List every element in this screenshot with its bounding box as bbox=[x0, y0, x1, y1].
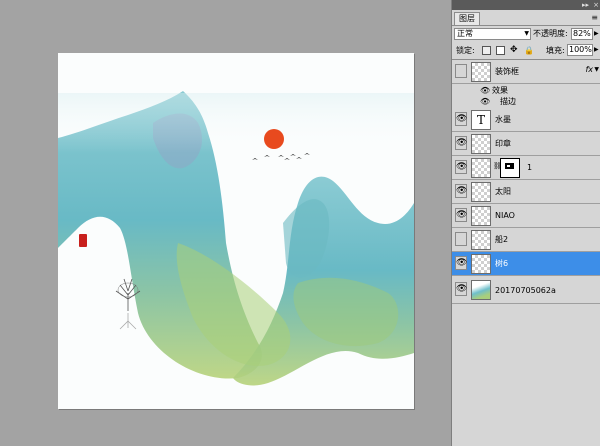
visibility-toggle[interactable] bbox=[455, 232, 467, 246]
layer-name: NIAO bbox=[495, 211, 515, 220]
chevron-right-icon[interactable]: ▼ bbox=[594, 66, 599, 73]
lock-move-icon[interactable]: ✥ bbox=[510, 46, 519, 55]
tab-layers[interactable]: 图层 bbox=[454, 12, 480, 25]
close-icon[interactable]: × bbox=[593, 0, 599, 10]
layer-row[interactable]: 船2 bbox=[452, 228, 600, 252]
eye-icon[interactable]: 👁 bbox=[480, 96, 490, 108]
eye-icon[interactable]: 👁 bbox=[455, 208, 467, 222]
layer-name: 1 bbox=[527, 163, 533, 172]
landscape-artwork bbox=[58, 91, 414, 386]
eye-icon[interactable]: 👁 bbox=[455, 184, 467, 198]
sun bbox=[264, 129, 284, 149]
document-canvas[interactable] bbox=[58, 53, 414, 409]
layer-list: 装饰框 fx ▼ 👁 效果 👁 描边 👁 T 水墨 👁 印章 👁 ⛓ 1 👁 太… bbox=[452, 59, 600, 446]
eye-icon[interactable]: 👁 bbox=[455, 136, 467, 150]
eye-icon[interactable]: 👁 bbox=[455, 112, 467, 126]
image-layer-thumbnail bbox=[471, 280, 491, 300]
panel-title-bar: ▸▸ × bbox=[452, 0, 600, 10]
layer-thumbnail bbox=[471, 254, 491, 274]
layer-thumbnail bbox=[471, 134, 491, 154]
layer-row[interactable]: 👁 ⛓ 1 bbox=[452, 156, 600, 180]
effect-stroke-row[interactable]: 👁 描边 bbox=[452, 96, 600, 108]
eye-icon[interactable]: 👁 bbox=[455, 282, 467, 296]
layer-row[interactable]: 👁 NIAO bbox=[452, 204, 600, 228]
opacity-label: 不透明度: bbox=[533, 29, 568, 38]
layer-thumbnail bbox=[471, 182, 491, 202]
eye-icon[interactable]: 👁 bbox=[455, 160, 467, 174]
layer-row-selected[interactable]: 👁 树6 bbox=[452, 252, 600, 276]
layer-name: 船2 bbox=[495, 235, 509, 244]
visibility-toggle[interactable] bbox=[455, 64, 467, 78]
fill-input[interactable]: 100% bbox=[567, 44, 593, 56]
opacity-input[interactable]: 82% bbox=[571, 28, 593, 40]
layer-mask-thumbnail[interactable] bbox=[500, 158, 520, 178]
layer-thumbnail bbox=[471, 158, 491, 178]
layer-name: 太阳 bbox=[495, 187, 511, 196]
layer-row[interactable]: 👁 印章 bbox=[452, 132, 600, 156]
birds bbox=[252, 153, 310, 160]
layer-row[interactable]: 👁 20170705062a bbox=[452, 276, 600, 304]
chevron-down-icon: ▼ bbox=[524, 30, 529, 37]
lock-paint-icon[interactable] bbox=[496, 46, 505, 55]
text-layer-thumbnail: T bbox=[471, 110, 491, 130]
fill-label: 填充: bbox=[546, 46, 565, 55]
layer-row[interactable]: 👁 T 水墨 bbox=[452, 108, 600, 132]
fill-slider-icon[interactable]: ▶ bbox=[594, 46, 599, 53]
blend-mode-select[interactable]: 正常 ▼ bbox=[454, 28, 531, 40]
layer-row[interactable]: 装饰框 fx ▼ bbox=[452, 60, 600, 84]
fx-icon[interactable]: fx bbox=[585, 65, 593, 74]
lock-all-icon[interactable]: 🔒 bbox=[524, 46, 534, 55]
blend-mode-value: 正常 bbox=[457, 29, 473, 38]
layer-name: 20170705062a bbox=[495, 286, 556, 295]
layer-thumbnail bbox=[471, 206, 491, 226]
lock-label: 锁定: bbox=[456, 46, 475, 55]
eye-icon[interactable]: 👁 bbox=[455, 256, 467, 270]
lock-transparency-icon[interactable] bbox=[482, 46, 491, 55]
opacity-slider-icon[interactable]: ▶ bbox=[594, 30, 599, 37]
layer-name: 印章 bbox=[495, 139, 511, 148]
layer-name: 树6 bbox=[495, 259, 509, 268]
effect-stroke-label: 描边 bbox=[500, 97, 516, 106]
tab-divider bbox=[452, 25, 600, 26]
seal-stamp bbox=[79, 234, 87, 247]
canvas-area[interactable] bbox=[0, 0, 451, 446]
layer-name: 装饰框 bbox=[495, 67, 519, 76]
collapse-icon[interactable]: ▸▸ bbox=[582, 0, 589, 10]
layer-row[interactable]: 👁 太阳 bbox=[452, 180, 600, 204]
layers-panel: ▸▸ × 图层 ≡ 正常 ▼ 不透明度: 82% ▶ 锁定: ✥ 🔒 填充: 1… bbox=[451, 0, 600, 446]
layer-name: 水墨 bbox=[495, 115, 511, 124]
panel-menu-icon[interactable]: ≡ bbox=[591, 13, 598, 22]
layer-thumbnail bbox=[471, 230, 491, 250]
layer-thumbnail bbox=[471, 62, 491, 82]
